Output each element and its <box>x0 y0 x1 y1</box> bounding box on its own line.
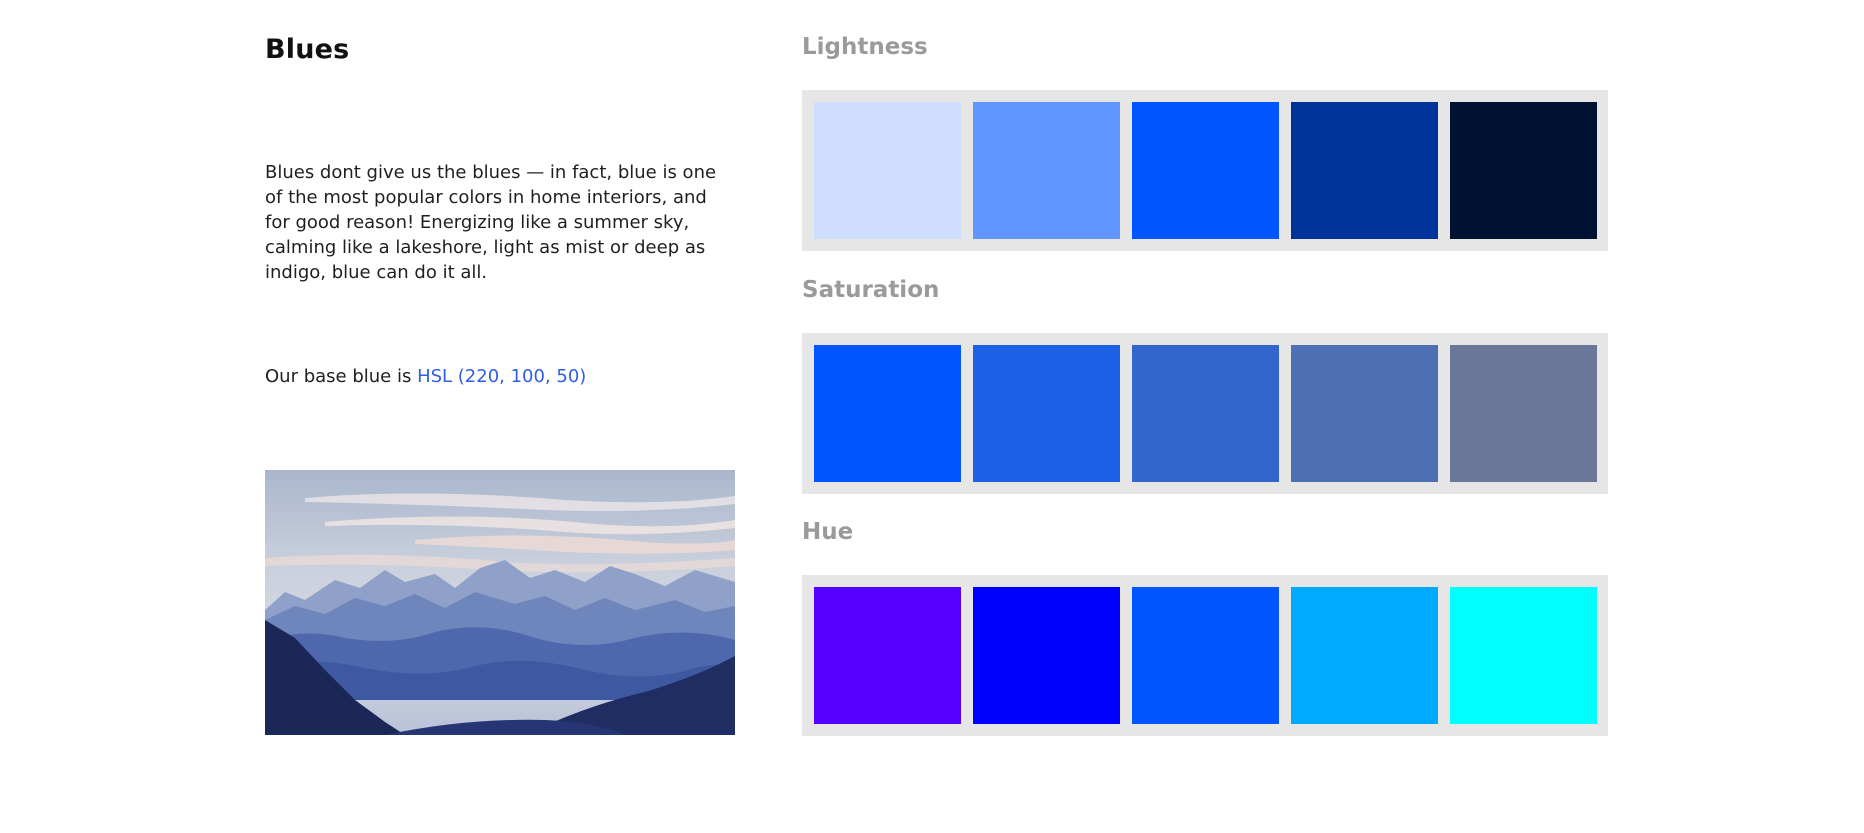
lightness-palette <box>802 90 1608 251</box>
base-color-prefix: Our base blue is <box>265 366 418 387</box>
saturation-swatch-2[interactable] <box>973 345 1120 482</box>
saturation-title: Saturation <box>802 277 940 303</box>
lightness-swatch-3[interactable] <box>1132 102 1279 239</box>
lightness-swatch-4[interactable] <box>1291 102 1438 239</box>
hue-swatch-2[interactable] <box>973 587 1120 724</box>
lightness-title: Lightness <box>802 34 928 60</box>
base-color-link[interactable]: HSL (220, 100, 50) <box>417 366 586 387</box>
hue-swatch-3[interactable] <box>1132 587 1279 724</box>
saturation-swatch-5[interactable] <box>1450 345 1597 482</box>
hue-swatch-5[interactable] <box>1450 587 1597 724</box>
saturation-swatch-3[interactable] <box>1132 345 1279 482</box>
description-text: Blues dont give us the blues — in fact, … <box>265 162 717 283</box>
lightness-swatch-2[interactable] <box>973 102 1120 239</box>
base-color-line: Our base blue is HSL (220, 100, 50) <box>265 364 586 389</box>
page: Blues Blues dont give us the blues — in … <box>0 0 1864 833</box>
hue-swatch-4[interactable] <box>1291 587 1438 724</box>
lightness-swatch-1[interactable] <box>814 102 961 239</box>
mountain-landscape-image <box>265 470 735 735</box>
lightness-swatch-5[interactable] <box>1450 102 1597 239</box>
hue-title: Hue <box>802 519 854 545</box>
hue-swatch-1[interactable] <box>814 587 961 724</box>
page-title: Blues <box>265 34 350 65</box>
saturation-swatch-1[interactable] <box>814 345 961 482</box>
saturation-palette <box>802 333 1608 494</box>
saturation-swatch-4[interactable] <box>1291 345 1438 482</box>
hue-palette <box>802 575 1608 736</box>
